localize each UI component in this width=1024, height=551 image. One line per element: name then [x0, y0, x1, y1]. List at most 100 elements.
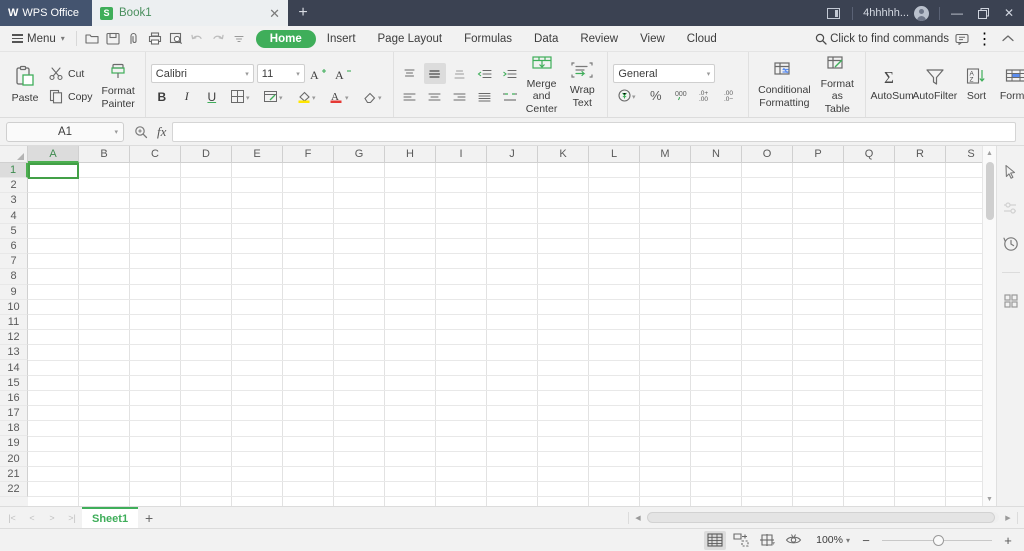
redo-icon[interactable]	[208, 28, 229, 50]
decrease-indent-button[interactable]	[474, 63, 496, 84]
merge-and-center-button[interactable]: Merge and Center	[521, 53, 563, 116]
row-header-18[interactable]: 18	[0, 421, 28, 436]
font-color-button[interactable]: A▾	[325, 86, 355, 107]
decrease-font-size-button[interactable]: A	[333, 63, 355, 84]
comma-style-button[interactable]: 000	[671, 85, 693, 106]
print-icon[interactable]	[145, 28, 166, 50]
user-account[interactable]: 4hhhhh...	[857, 6, 935, 21]
tab-view[interactable]: View	[629, 30, 676, 48]
row-header-14[interactable]: 14	[0, 360, 28, 375]
document-tab-book1[interactable]: S Book1 ✕	[92, 0, 288, 26]
apps-grid-icon[interactable]	[1001, 291, 1021, 311]
column-header-K[interactable]: K	[538, 146, 589, 163]
zoom-slider-thumb[interactable]	[933, 535, 944, 546]
row-header-3[interactable]: 3	[0, 193, 28, 208]
tab-insert[interactable]: Insert	[316, 30, 367, 48]
row-header-13[interactable]: 13	[0, 345, 28, 360]
column-header-P[interactable]: P	[793, 146, 844, 163]
tab-formulas[interactable]: Formulas	[453, 30, 523, 48]
zoom-slider[interactable]	[882, 540, 992, 541]
select-all-corner[interactable]	[0, 146, 28, 163]
column-header-G[interactable]: G	[334, 146, 385, 163]
row-header-4[interactable]: 4	[0, 209, 28, 224]
zoom-in-button[interactable]: +	[1000, 533, 1016, 548]
row-header-16[interactable]: 16	[0, 391, 28, 406]
align-center-button[interactable]	[424, 86, 446, 107]
tab-cloud[interactable]: Cloud	[676, 30, 728, 48]
increase-font-size-button[interactable]: A	[308, 63, 330, 84]
row-header-19[interactable]: 19	[0, 436, 28, 451]
align-left-button[interactable]	[399, 86, 421, 107]
tab-data[interactable]: Data	[523, 30, 569, 48]
row-header-21[interactable]: 21	[0, 467, 28, 482]
split-view-icon[interactable]	[818, 0, 848, 26]
minimize-button[interactable]: —	[944, 0, 970, 26]
percent-button[interactable]: %	[646, 85, 668, 106]
conditional-formatting-button[interactable]: Conditional Formatting	[754, 59, 814, 110]
page-layout-view-button[interactable]: ▾	[756, 531, 778, 550]
collapse-ribbon-icon[interactable]	[997, 28, 1018, 50]
column-header-R[interactable]: R	[895, 146, 946, 163]
row-header-7[interactable]: 7	[0, 254, 28, 269]
column-header-J[interactable]: J	[487, 146, 538, 163]
comment-icon[interactable]	[951, 28, 972, 50]
add-sheet-button[interactable]: +	[138, 508, 160, 528]
scroll-left-arrow-icon[interactable]: ◀	[631, 511, 645, 525]
column-header-A[interactable]: A	[28, 146, 79, 163]
column-header-Q[interactable]: Q	[844, 146, 895, 163]
column-header-F[interactable]: F	[283, 146, 334, 163]
row-header-22[interactable]: 22	[0, 482, 28, 497]
cell-style-button[interactable]: ▾	[259, 86, 289, 107]
row-header-15[interactable]: 15	[0, 376, 28, 391]
format-painter-button[interactable]: Format Painter	[97, 58, 140, 111]
column-header-O[interactable]: O	[742, 146, 793, 163]
open-icon[interactable]	[82, 28, 103, 50]
row-header-11[interactable]: 11	[0, 315, 28, 330]
borders-button[interactable]: ▾	[226, 86, 256, 107]
autosum-button[interactable]: Σ AutoSum	[871, 65, 913, 104]
maximize-restore-button[interactable]	[970, 0, 996, 26]
row-header-1[interactable]: 1	[0, 163, 28, 178]
next-sheet-button[interactable]: >	[42, 508, 62, 528]
find-commands-button[interactable]: Click to find commands	[815, 33, 949, 45]
sort-button[interactable]: AZ Sort	[956, 65, 996, 104]
reading-layout-button[interactable]	[782, 531, 804, 550]
number-format-select[interactable]: General ▾	[613, 64, 715, 83]
scroll-up-arrow-icon[interactable]: ▲	[983, 146, 997, 160]
selected-cell-a1[interactable]	[28, 163, 79, 179]
history-icon[interactable]	[1001, 234, 1021, 254]
row-header-9[interactable]: 9	[0, 285, 28, 300]
underline-button[interactable]: U	[201, 86, 223, 107]
column-header-E[interactable]: E	[232, 146, 283, 163]
column-header-D[interactable]: D	[181, 146, 232, 163]
paste-button[interactable]: Paste	[5, 63, 45, 106]
menu-button[interactable]: Menu ▾	[6, 33, 71, 45]
prev-sheet-button[interactable]: <	[22, 508, 42, 528]
horizontal-scroll-thumb[interactable]	[647, 512, 995, 523]
column-header-L[interactable]: L	[589, 146, 640, 163]
column-header-C[interactable]: C	[130, 146, 181, 163]
zoom-out-button[interactable]: −	[858, 533, 874, 548]
italic-button[interactable]: I	[176, 86, 198, 107]
cursor-icon[interactable]	[1001, 162, 1021, 182]
normal-view-button[interactable]	[704, 531, 726, 550]
customize-quick-access-icon[interactable]	[229, 28, 250, 50]
column-header-N[interactable]: N	[691, 146, 742, 163]
column-header-I[interactable]: I	[436, 146, 487, 163]
column-header-M[interactable]: M	[640, 146, 691, 163]
format-as-table-button[interactable]: Format as Table	[814, 53, 860, 116]
format-button[interactable]: Format	[996, 65, 1024, 104]
autofilter-button[interactable]: AutoFilter	[913, 65, 956, 104]
align-bottom-button[interactable]	[449, 63, 471, 84]
cell-canvas[interactable]	[28, 163, 982, 506]
sheet-tab-sheet1[interactable]: Sheet1	[82, 507, 138, 529]
vertical-scroll-thumb[interactable]	[986, 162, 994, 220]
column-header-B[interactable]: B	[79, 146, 130, 163]
close-window-button[interactable]: ✕	[996, 0, 1022, 26]
fill-color-button[interactable]: ▾	[292, 86, 322, 107]
more-options-icon[interactable]: ⋮	[974, 28, 995, 50]
scroll-down-arrow-icon[interactable]: ▼	[983, 492, 997, 506]
bold-button[interactable]: B	[151, 86, 173, 107]
increase-decimal-button[interactable]: .0+.00	[696, 85, 718, 106]
close-tab-icon[interactable]: ✕	[269, 7, 280, 20]
